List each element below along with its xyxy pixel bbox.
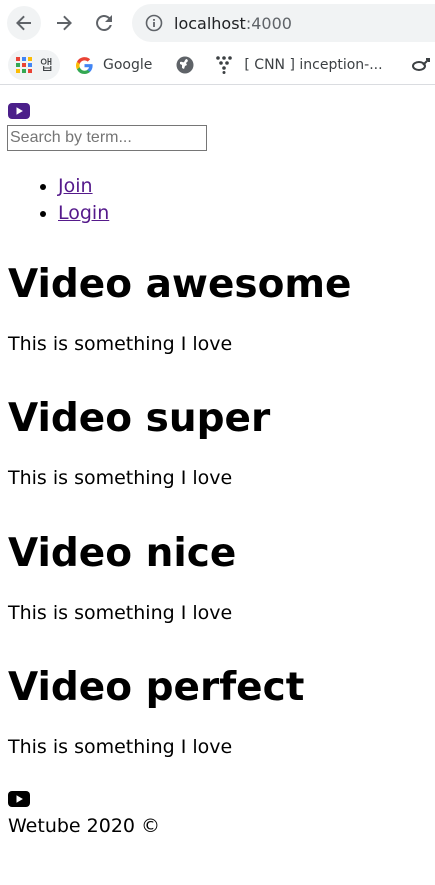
logo-link[interactable]: [8, 103, 30, 123]
browser-chrome: localhost:4000 앱 Google [CNN] inceptio…: [0, 0, 435, 85]
forward-button[interactable]: [47, 6, 81, 40]
reload-icon: [96, 14, 112, 31]
extension-icon: [411, 58, 430, 71]
video-block: Video nice This is something I love: [8, 530, 237, 624]
back-arrow-icon: [16, 15, 31, 31]
video-description: This is something I love: [8, 602, 233, 624]
bookmarks-bar: 앱 Google [ CNN ] inception-...: [0, 46, 435, 85]
search-input[interactable]: [7, 125, 207, 151]
nav-item-login: Login: [58, 200, 109, 227]
video-description: This is something I love: [8, 467, 233, 489]
video-block: Video perfect This is something I love: [8, 664, 305, 758]
video-title: Video perfect: [8, 665, 305, 710]
browser-toolbar: localhost:4000: [0, 0, 435, 46]
bookmark-label: Google: [103, 57, 153, 73]
forward-arrow-icon: [57, 15, 72, 31]
video-description: This is something I love: [8, 333, 233, 355]
back-button[interactable]: [7, 6, 41, 40]
globe-icon: [176, 56, 194, 74]
youtube-icon: [8, 791, 30, 807]
bookmark-apps[interactable]: 앱: [8, 50, 60, 80]
video-title: Video awesome: [8, 262, 352, 307]
footer-copyright: Wetube 2020 ©: [8, 815, 161, 837]
google-icon: [76, 56, 93, 74]
address-bar[interactable]: localhost:4000: [132, 4, 435, 42]
video-title: Video super: [8, 396, 271, 441]
video-block: Video super This is something I love: [8, 395, 271, 489]
join-link[interactable]: Join: [58, 175, 93, 197]
video-description: This is something I love: [8, 736, 233, 758]
video-block: Video awesome This is something I love: [8, 261, 352, 355]
url-port: :4000: [245, 13, 292, 33]
reload-button[interactable]: [87, 6, 121, 40]
header-nav: Join Login: [8, 173, 109, 227]
info-icon[interactable]: [145, 14, 163, 32]
bookmark-google[interactable]: Google: [76, 50, 152, 80]
bookmark-extension[interactable]: [411, 50, 431, 80]
bookmark-label: [ CNN ] inception-...: [244, 57, 383, 73]
nav-item-join: Join: [58, 173, 109, 200]
footer: Wetube 2020 ©: [8, 791, 160, 837]
tensorflow-icon: [216, 56, 233, 74]
bookmark-globe[interactable]: [176, 50, 194, 80]
bookmark-label: 앱: [40, 58, 53, 74]
bookmark-cnn[interactable]: [ CNN ] inception-...: [216, 50, 383, 80]
url-host: localhost: [174, 13, 246, 33]
address-url: localhost:4000: [174, 14, 292, 33]
login-link[interactable]: Login: [58, 202, 109, 224]
apps-grid-icon: [16, 57, 32, 73]
youtube-icon: [8, 103, 30, 119]
video-title: Video nice: [8, 531, 237, 576]
